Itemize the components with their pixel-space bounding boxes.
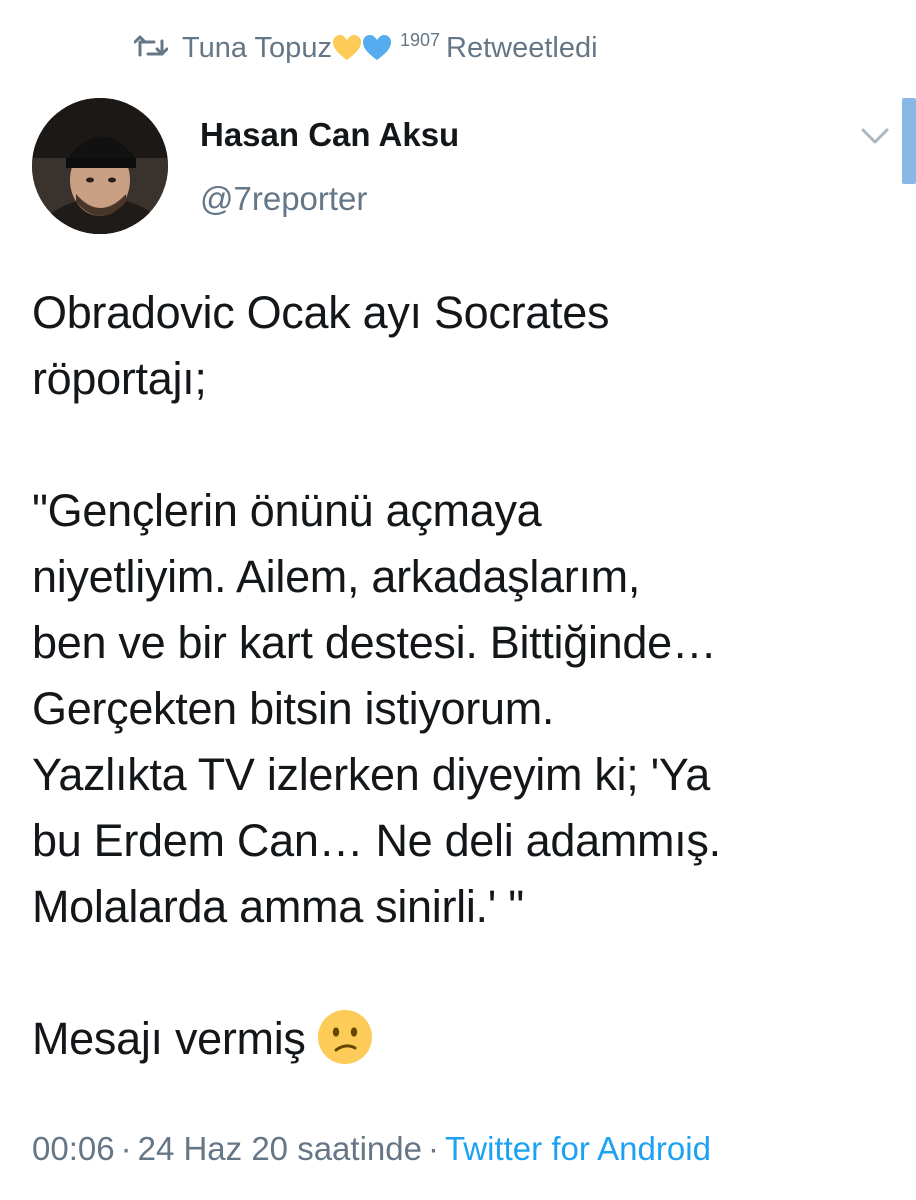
blue-heart-icon	[362, 35, 391, 60]
confused-face-icon	[317, 1010, 372, 1064]
tweet-source-link[interactable]: Twitter for Android	[445, 1130, 711, 1167]
author-handle[interactable]: @7reporter	[200, 180, 367, 218]
avatar-image	[32, 98, 168, 234]
retweet-context[interactable]: Tuna Topuz 1907 Retweetledi	[134, 28, 598, 68]
tweet-meta: 00:06 · 24 Haz 20 saatinde · Twitter for And…	[32, 1130, 711, 1168]
avatar[interactable]	[32, 98, 168, 234]
tweet-text: Obradovic Ocak ayı Socrates röportajı; "…	[32, 280, 902, 1072]
scrollbar-thumb[interactable]	[902, 98, 916, 184]
chevron-down-icon[interactable]	[858, 124, 892, 148]
tweet-date: 24 Haz 20 saatinde	[137, 1130, 422, 1167]
meta-separator: ·	[427, 1130, 439, 1167]
retweet-icon	[134, 35, 168, 57]
closing-line: Mesajı vermiş	[32, 1013, 306, 1064]
tweet-text-content: Obradovic Ocak ayı Socrates röportajı; "…	[32, 287, 721, 932]
author-name[interactable]: Hasan Can Aksu	[200, 116, 459, 154]
retweeter-badge: 1907	[399, 29, 440, 50]
yellow-heart-icon	[332, 35, 361, 60]
retweet-label: Retweetledi	[446, 31, 598, 64]
retweeter-name[interactable]: Tuna Topuz	[182, 32, 332, 65]
tweet-time: 00:06	[32, 1130, 115, 1167]
meta-separator: ·	[120, 1130, 132, 1167]
